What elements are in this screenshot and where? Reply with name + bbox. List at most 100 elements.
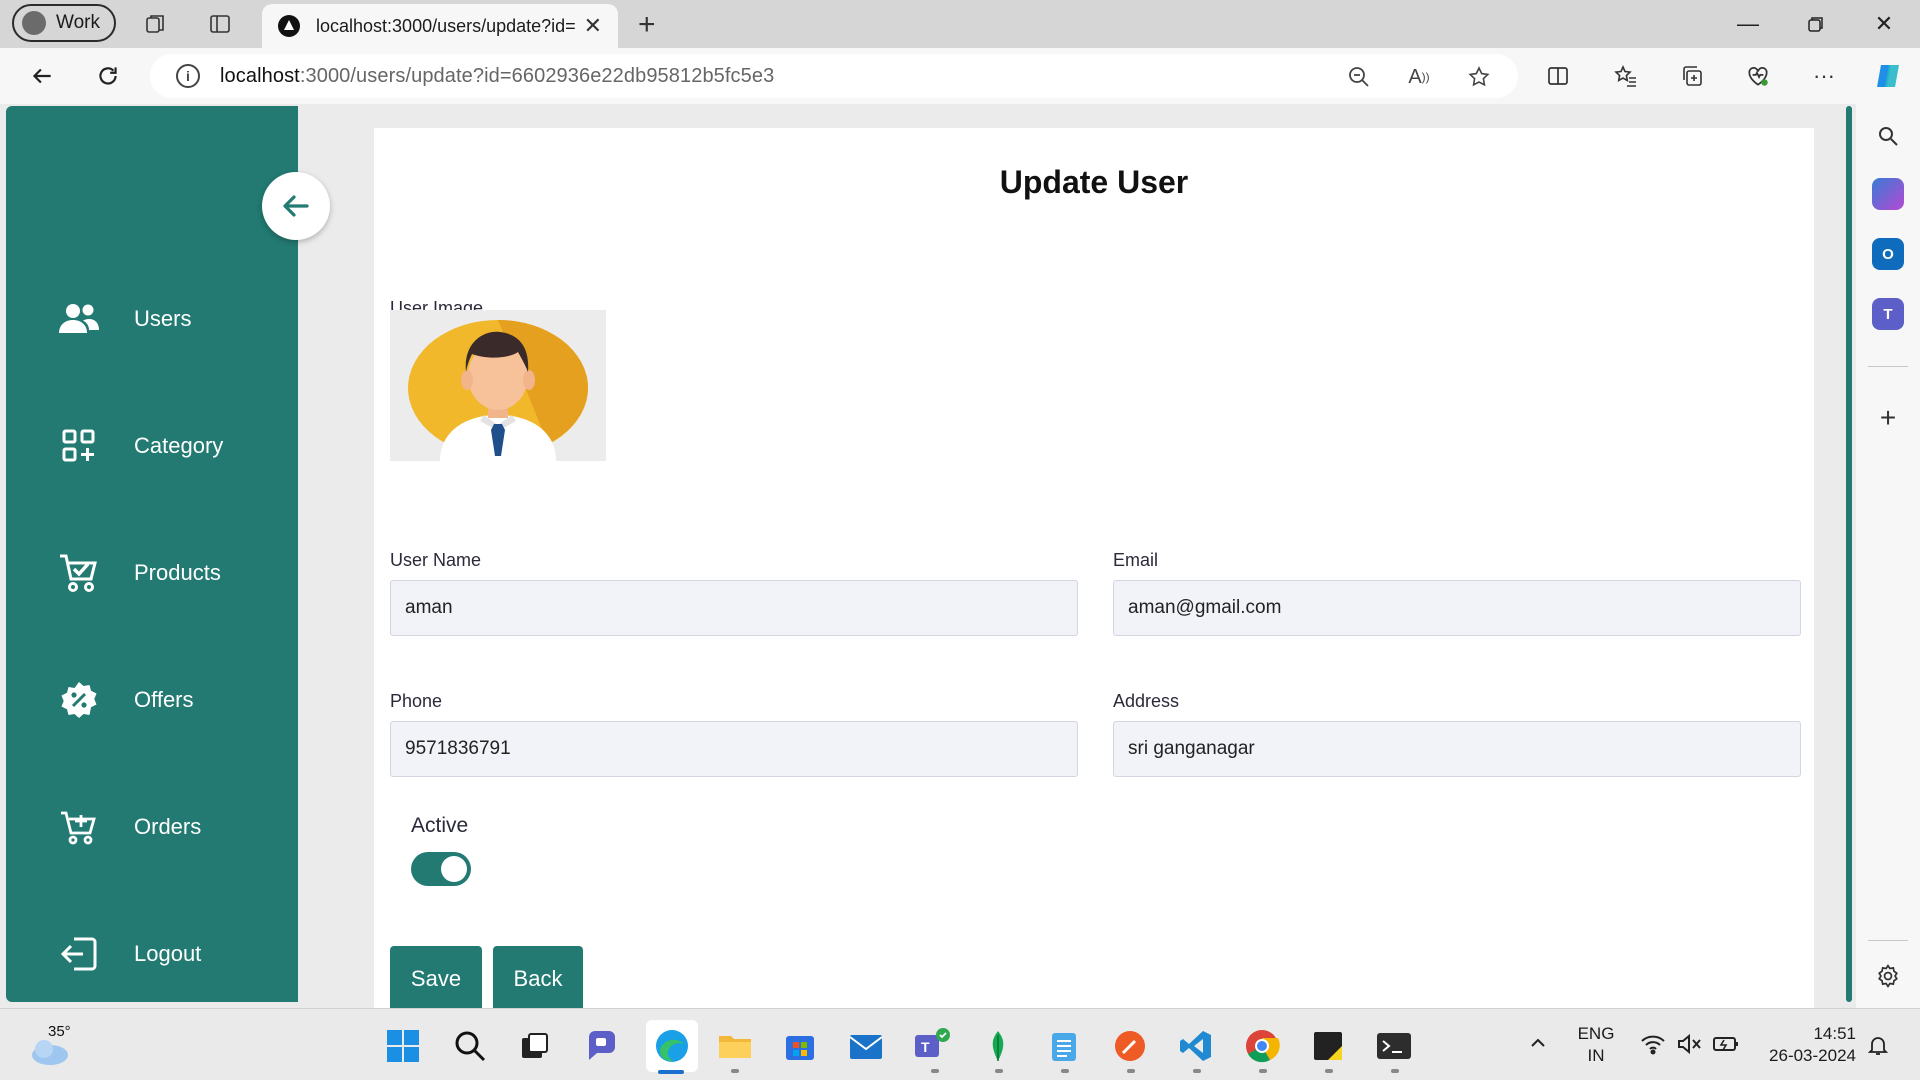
region-code: IN [1587,1046,1605,1065]
profile-avatar-icon [22,11,46,35]
sidebar-item-products[interactable]: Products [54,548,221,598]
refresh-icon[interactable] [92,60,124,92]
workspaces-icon[interactable] [142,10,170,38]
address-input[interactable] [1113,721,1801,777]
users-icon [54,296,104,342]
copilot-icon[interactable] [1872,60,1904,92]
taskbar-search-icon[interactable] [450,1026,490,1066]
active-app-indicator [658,1070,684,1074]
sidebar-item-category[interactable]: Category [54,421,223,471]
minimize-icon[interactable]: — [1718,6,1778,42]
task-view-icon[interactable] [515,1026,555,1066]
chrome-icon[interactable] [1242,1026,1282,1066]
language-code: ENG [1577,1024,1615,1043]
sidebar-divider-bottom [1868,940,1908,941]
new-tab-icon[interactable]: + [638,8,656,42]
tab-strip: Work localhost:3000/users/update?id= ✕ +… [0,0,1920,48]
phone-input[interactable] [390,721,1078,777]
cart-plus-icon [54,804,104,850]
category-icon [54,423,104,469]
arrow-left-icon [283,195,309,217]
sidebar-divider [1868,366,1908,367]
running-indicator [1259,1069,1267,1073]
postman-icon[interactable] [1110,1026,1150,1066]
tab-title: localhost:3000/users/update?id= [316,15,576,36]
terminal-icon[interactable] [1374,1026,1414,1066]
phone-label: Phone [390,691,443,711]
zoom-out-icon[interactable] [1346,64,1372,90]
notifications-bell-icon[interactable] [1866,1033,1890,1062]
sidebar-settings-icon[interactable] [1872,960,1904,992]
app-sidebar: Users Category Products Offers Orders Lo… [6,106,298,1002]
running-indicator [1127,1069,1135,1073]
url-text[interactable]: localhost:3000/users/update?id=6602936e2… [220,65,774,88]
language-indicator[interactable]: ENG IN [1574,1023,1618,1067]
add-sidebar-app-icon[interactable]: + [1872,402,1904,434]
sidebar-item-logout[interactable]: Logout [54,929,201,979]
store-icon[interactable] [780,1026,820,1066]
tab-active[interactable]: localhost:3000/users/update?id= ✕ [262,4,618,48]
email-input[interactable] [1113,580,1801,636]
tab-close-icon[interactable]: ✕ [584,13,602,39]
clock[interactable]: 14:51 26-03-2024 [1756,1023,1856,1067]
svg-text:T: T [921,1039,930,1055]
edge-taskbar-icon[interactable] [646,1020,698,1072]
clock-date: 26-03-2024 [1769,1046,1856,1065]
sidebar-item-label: Users [134,306,192,331]
read-aloud-icon[interactable]: A)) [1406,64,1432,90]
active-toggle[interactable] [411,852,471,886]
copilot-sidebar-icon[interactable] [1872,178,1904,210]
collapse-sidebar-button[interactable] [262,172,330,240]
teams-icon[interactable]: T [1872,298,1904,330]
chat-icon[interactable] [582,1026,622,1066]
running-indicator [995,1069,1003,1073]
mongodb-compass-icon[interactable] [978,1026,1018,1066]
sidebar-search-icon[interactable] [1872,120,1904,152]
vscode-icon[interactable] [1176,1026,1216,1066]
update-user-card: Update User User Image User Name Email P… [374,128,1814,1012]
teams-taskbar-icon[interactable]: T [912,1026,952,1066]
edge-sidebar: O T + [1856,104,1920,1008]
back-button[interactable]: Back [493,946,583,1012]
sidebar-item-label: Offers [134,687,194,712]
start-icon[interactable] [383,1026,423,1066]
file-explorer-icon[interactable] [715,1026,755,1066]
weather-widget[interactable]: 35° [28,1023,118,1071]
favorite-star-icon[interactable] [1466,64,1492,90]
sidebar-item-offers[interactable]: Offers [54,675,194,725]
outlook-icon[interactable]: O [1872,238,1904,270]
address-bar[interactable]: i localhost:3000/users/update?id=6602936… [150,54,1518,98]
logout-icon [54,931,104,977]
split-screen-icon[interactable] [1542,60,1574,92]
running-indicator [1193,1069,1201,1073]
back-arrow-icon[interactable] [26,60,58,92]
content-edge [1846,106,1852,1002]
site-favicon-icon [278,15,300,37]
sticky-notes-icon[interactable] [1308,1026,1348,1066]
mail-icon[interactable] [846,1026,886,1066]
running-indicator [1391,1069,1399,1073]
running-indicator [731,1069,739,1073]
favorites-list-icon[interactable] [1610,60,1642,92]
more-options-icon[interactable]: ··· [1808,60,1840,92]
profile-button[interactable]: Work [12,4,116,42]
toggle-knob [441,856,467,882]
email-label: Email [1113,550,1159,570]
sidebar-item-orders[interactable]: Orders [54,802,201,852]
collections-icon[interactable] [1676,60,1708,92]
volume-muted-icon[interactable] [1676,1033,1702,1060]
windows-taskbar: 35° T ENG IN 14:51 26-03-2024 [0,1008,1920,1080]
username-input[interactable] [390,580,1078,636]
battery-charging-icon[interactable] [1712,1033,1740,1060]
wifi-icon[interactable] [1640,1033,1666,1060]
restore-icon[interactable] [1786,6,1846,42]
tray-overflow-chevron-icon[interactable] [1528,1033,1548,1058]
notepad-icon[interactable] [1044,1026,1084,1066]
browser-essentials-icon[interactable] [1742,60,1774,92]
vertical-tabs-icon[interactable] [206,10,234,38]
save-button[interactable]: Save [390,946,482,1012]
sidebar-item-users[interactable]: Users [54,294,191,344]
close-window-icon[interactable]: ✕ [1854,6,1914,42]
site-info-icon[interactable]: i [176,64,200,88]
user-image[interactable] [390,310,606,461]
